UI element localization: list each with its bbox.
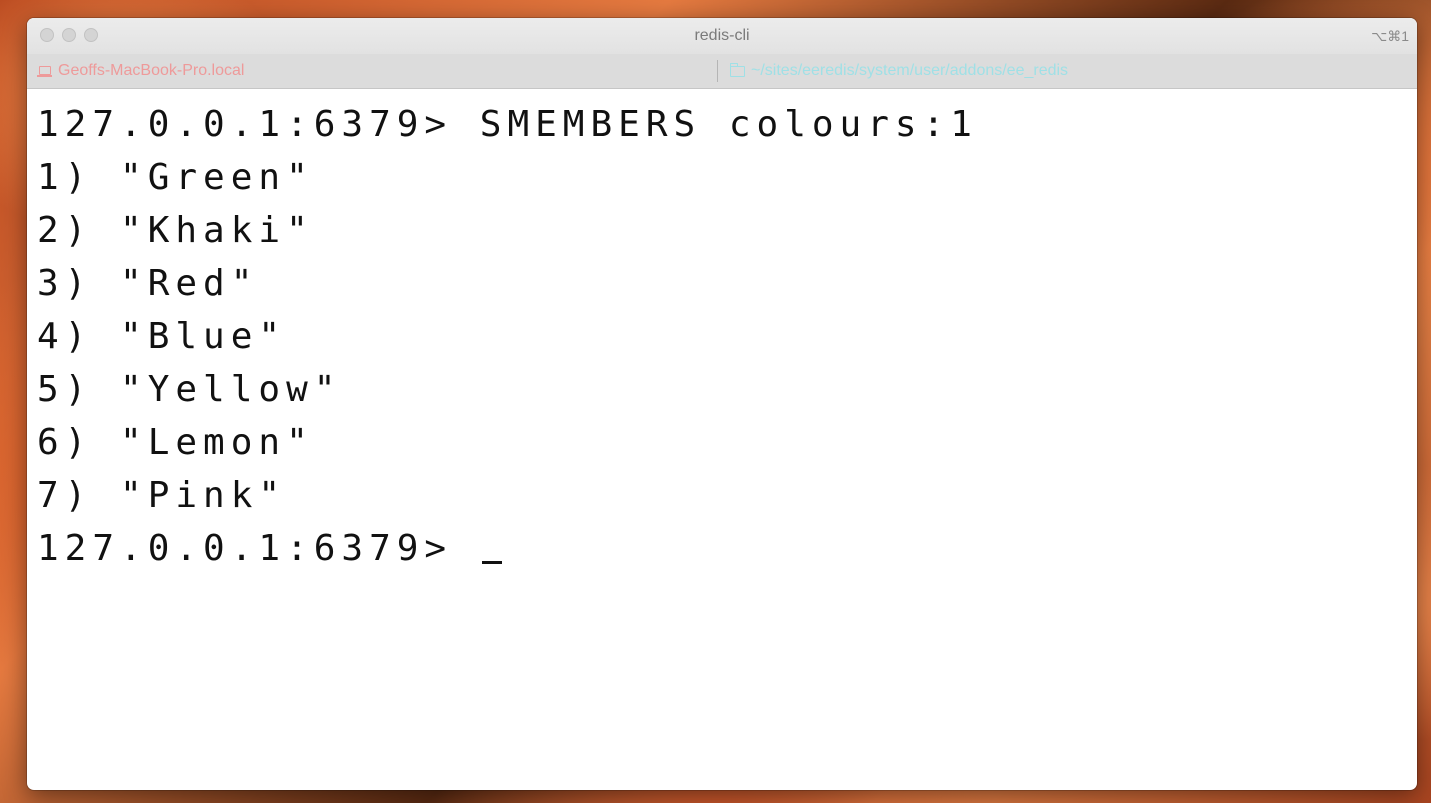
terminal-output[interactable]: 127.0.0.1:6379> SMEMBERS colours:1 1) "G… <box>27 89 1417 575</box>
prompt-line[interactable]: 127.0.0.1:6379> <box>37 522 1417 575</box>
folder-icon <box>729 62 745 77</box>
title-bar[interactable]: redis-cli ⌥⌘1 <box>27 18 1417 54</box>
terminal-window: redis-cli ⌥⌘1 Geoffs-MacBook-Pro.local ~… <box>27 18 1417 790</box>
window-title: redis-cli <box>694 27 750 44</box>
output-line: 4) "Blue" <box>37 316 287 357</box>
host-name: Geoffs-MacBook-Pro.local <box>58 62 245 79</box>
output-line: 3) "Red" <box>37 263 259 304</box>
output-line: 6) "Lemon" <box>37 422 314 463</box>
output-line: 2) "Khaki" <box>37 210 314 251</box>
window-shortcut: ⌥⌘1 <box>1371 28 1409 44</box>
status-divider <box>717 60 718 82</box>
laptop-icon <box>37 65 52 77</box>
command-line: 127.0.0.1:6379> SMEMBERS colours:1 <box>37 104 978 145</box>
current-path: ~/sites/eeredis/system/user/addons/ee_re… <box>751 62 1069 79</box>
host-indicator: Geoffs-MacBook-Pro.local <box>37 62 244 80</box>
output-line: 7) "Pink" <box>37 475 287 516</box>
output-line: 1) "Green" <box>37 157 314 198</box>
text-cursor <box>481 561 502 564</box>
status-bar: Geoffs-MacBook-Pro.local ~/sites/eeredis… <box>27 54 1417 89</box>
path-indicator: ~/sites/eeredis/system/user/addons/ee_re… <box>729 62 1069 80</box>
prompt: 127.0.0.1:6379> <box>37 528 480 569</box>
output-line: 5) "Yellow" <box>37 369 342 410</box>
